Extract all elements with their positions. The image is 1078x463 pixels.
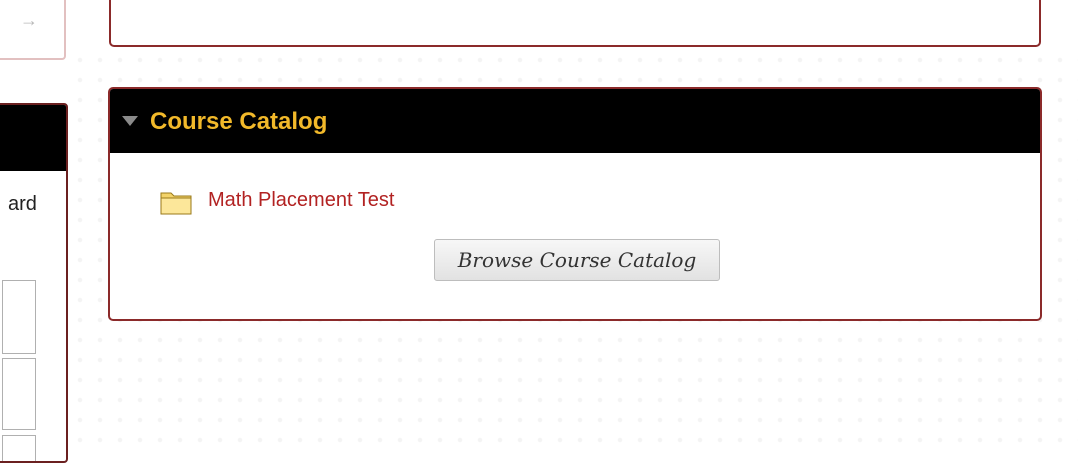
left-panel: ard [0, 103, 68, 463]
course-catalog-title[interactable]: Course Catalog [150, 108, 327, 136]
top-left-panel: → [0, 0, 66, 60]
course-catalog-panel: Course Catalog Math Placement Test Brows… [108, 87, 1042, 321]
top-panel [109, 0, 1041, 47]
left-panel-cell [2, 280, 36, 354]
folder-icon [160, 192, 192, 215]
left-panel-partial-text: ard [8, 193, 37, 215]
arrow-right-icon[interactable]: → [20, 10, 38, 31]
left-panel-header [0, 105, 66, 171]
course-catalog-header[interactable]: Course Catalog [110, 89, 1040, 153]
collapse-triangle-icon[interactable] [122, 116, 138, 126]
left-panel-cell [2, 435, 36, 461]
catalog-item-link[interactable]: Math Placement Test [208, 189, 394, 212]
left-panel-cell [2, 358, 36, 430]
browse-course-catalog-button[interactable]: Browse Course Catalog [434, 239, 720, 281]
